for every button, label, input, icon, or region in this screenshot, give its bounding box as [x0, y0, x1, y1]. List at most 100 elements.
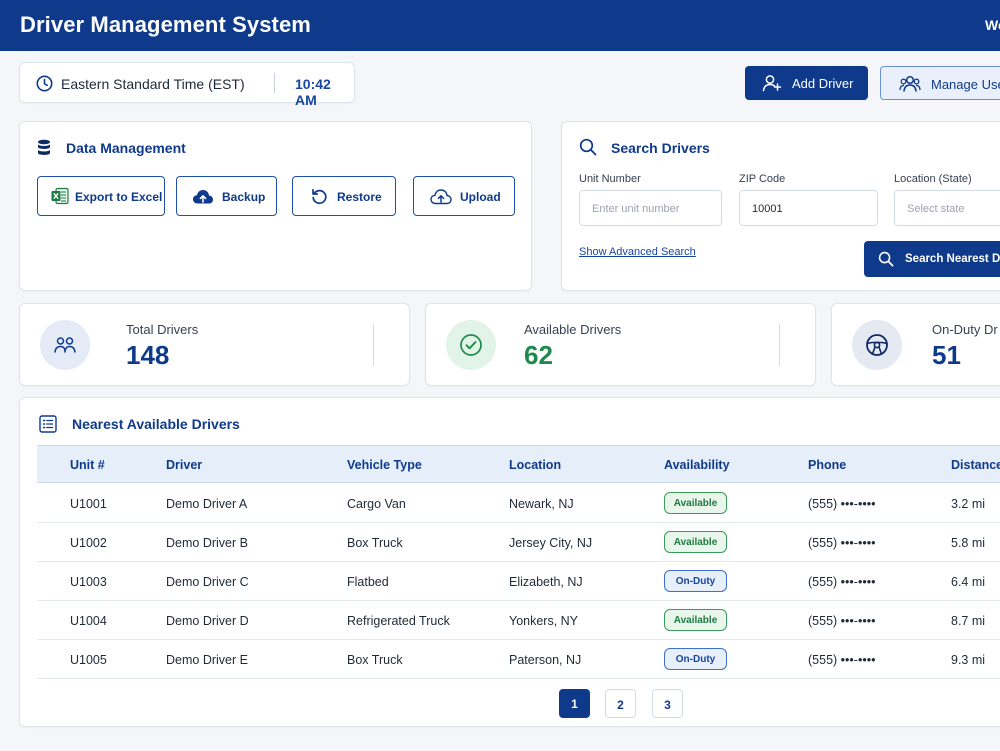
- cell-location: Yonkers, NY: [509, 614, 579, 628]
- availability-badge: On-Duty: [664, 570, 727, 592]
- clock-icon: [36, 75, 53, 97]
- table-row[interactable]: U1004 Demo Driver D Refrigerated Truck Y…: [37, 601, 1000, 640]
- divider: [274, 73, 275, 93]
- cell-unit: U1003: [70, 575, 107, 589]
- database-icon: [37, 139, 51, 162]
- nearest-drivers-card: Nearest Available Drivers Unit # Driver …: [19, 397, 1000, 727]
- cloud-upload-icon: [192, 188, 214, 208]
- advanced-search-link[interactable]: Show Advanced Search: [579, 246, 696, 258]
- availability-badge: Available: [664, 609, 727, 631]
- total-drivers-label: Total Drivers: [126, 322, 199, 337]
- data-management-title: Data Management: [66, 140, 186, 156]
- search-drivers-title: Search Drivers: [611, 140, 710, 156]
- cell-phone: (555) •••-••••: [808, 497, 876, 511]
- column-header-unit[interactable]: Unit #: [70, 458, 105, 472]
- availability-badge: Available: [664, 531, 727, 553]
- state-select-placeholder: Select state: [907, 203, 965, 215]
- top-bar: Driver Management System We: [0, 0, 1000, 51]
- add-driver-button[interactable]: Add Driver: [745, 66, 868, 100]
- state-label: Location (State): [894, 173, 972, 185]
- onduty-drivers-label: On-Duty Dr: [932, 322, 998, 337]
- unit-number-field[interactable]: [579, 190, 722, 226]
- manage-users-button[interactable]: Manage Use: [880, 66, 1000, 100]
- cell-location: Newark, NJ: [509, 497, 574, 511]
- excel-icon: [51, 187, 69, 208]
- availability-badge: On-Duty: [664, 648, 727, 670]
- cell-location: Elizabeth, NJ: [509, 575, 583, 589]
- total-drivers-value: 148: [126, 340, 170, 370]
- steering-wheel-icon: [852, 320, 902, 370]
- table-row[interactable]: U1003 Demo Driver C Flatbed Elizabeth, N…: [37, 562, 1000, 601]
- cell-driver: Demo Driver A: [166, 497, 248, 511]
- cell-driver: Demo Driver B: [166, 536, 248, 550]
- restore-icon: [311, 188, 328, 208]
- search-button-icon: [878, 251, 894, 270]
- cell-phone: (555) •••-••••: [808, 614, 876, 628]
- cell-vehicle: Cargo Van: [347, 497, 406, 511]
- restore-label: Restore: [337, 190, 382, 204]
- cell-driver: Demo Driver E: [166, 653, 248, 667]
- search-icon: [579, 138, 597, 161]
- timezone-card: Eastern Standard Time (EST) 10:42 AM: [19, 62, 355, 108]
- timezone-label: Eastern Standard Time (EST): [61, 76, 245, 92]
- backup-button[interactable]: Backup: [176, 176, 277, 216]
- zip-code-field[interactable]: [739, 190, 878, 226]
- cell-vehicle: Flatbed: [347, 575, 389, 589]
- page-button-2[interactable]: 2: [605, 689, 636, 718]
- export-excel-label: Export to Excel: [75, 190, 163, 204]
- cell-vehicle: Refrigerated Truck: [347, 614, 450, 628]
- unit-number-input[interactable]: [592, 203, 721, 215]
- column-header-availability[interactable]: Availability: [664, 458, 730, 472]
- current-time: 10:42 AM: [295, 76, 331, 108]
- unit-number-label: Unit Number: [579, 173, 641, 185]
- cell-vehicle: Box Truck: [347, 653, 403, 667]
- cell-driver: Demo Driver C: [166, 575, 249, 589]
- manage-users-label: Manage Use: [931, 77, 1000, 92]
- table-row[interactable]: U1005 Demo Driver E Box Truck Paterson, …: [37, 640, 1000, 679]
- list-icon: [39, 415, 57, 438]
- cell-distance: 9.3 mi: [951, 653, 986, 667]
- column-header-distance[interactable]: Distance: [951, 458, 1000, 472]
- cell-unit: U1002: [70, 536, 107, 550]
- stat-card-available: Available Drivers 62: [425, 303, 816, 386]
- zip-code-input[interactable]: [752, 203, 877, 215]
- stat-divider: [373, 324, 374, 366]
- column-header-vehicle[interactable]: Vehicle Type: [347, 458, 422, 472]
- stat-card-onduty: On-Duty Dr 51: [831, 303, 1000, 386]
- backup-label: Backup: [222, 190, 266, 204]
- cloud-upload-outline-icon: [430, 188, 452, 208]
- onduty-drivers-value: 51: [932, 340, 961, 370]
- welcome-text: We: [985, 17, 1000, 33]
- app-title: Driver Management System: [20, 12, 311, 37]
- column-header-location[interactable]: Location: [509, 458, 561, 472]
- search-nearest-button[interactable]: Search Nearest Dr: [864, 241, 1000, 277]
- upload-button[interactable]: Upload: [413, 176, 515, 216]
- table-row[interactable]: U1002 Demo Driver B Box Truck Jersey Cit…: [37, 523, 1000, 562]
- add-user-icon: [762, 74, 782, 95]
- stat-divider: [779, 324, 780, 366]
- column-header-phone[interactable]: Phone: [808, 458, 846, 472]
- page-button-3[interactable]: 3: [652, 689, 683, 718]
- cell-driver: Demo Driver D: [166, 614, 249, 628]
- export-excel-button[interactable]: Export to Excel: [37, 176, 165, 216]
- restore-button[interactable]: Restore: [292, 176, 396, 216]
- cell-phone: (555) •••-••••: [808, 575, 876, 589]
- add-driver-label: Add Driver: [792, 76, 854, 91]
- search-drivers-card: Search Drivers Unit Number ZIP Code Loca…: [561, 121, 1000, 291]
- table-header: Unit # Driver Vehicle Type Location Avai…: [37, 445, 1000, 483]
- page-button-1[interactable]: 1: [559, 689, 590, 718]
- data-management-card: Data Management Export to Excel Backup R…: [19, 121, 532, 291]
- available-drivers-value: 62: [524, 340, 553, 370]
- state-select[interactable]: Select state: [894, 190, 1000, 226]
- available-drivers-label: Available Drivers: [524, 322, 622, 337]
- availability-badge: Available: [664, 492, 727, 514]
- cell-location: Paterson, NJ: [509, 653, 582, 667]
- cell-distance: 8.7 mi: [951, 614, 986, 628]
- cell-distance: 3.2 mi: [951, 497, 986, 511]
- column-header-driver[interactable]: Driver: [166, 458, 202, 472]
- cell-vehicle: Box Truck: [347, 536, 403, 550]
- search-nearest-label: Search Nearest Dr: [905, 253, 1000, 265]
- table-row[interactable]: U1001 Demo Driver A Cargo Van Newark, NJ…: [37, 484, 1000, 523]
- cell-location: Jersey City, NJ: [509, 536, 593, 550]
- upload-label: Upload: [460, 190, 501, 204]
